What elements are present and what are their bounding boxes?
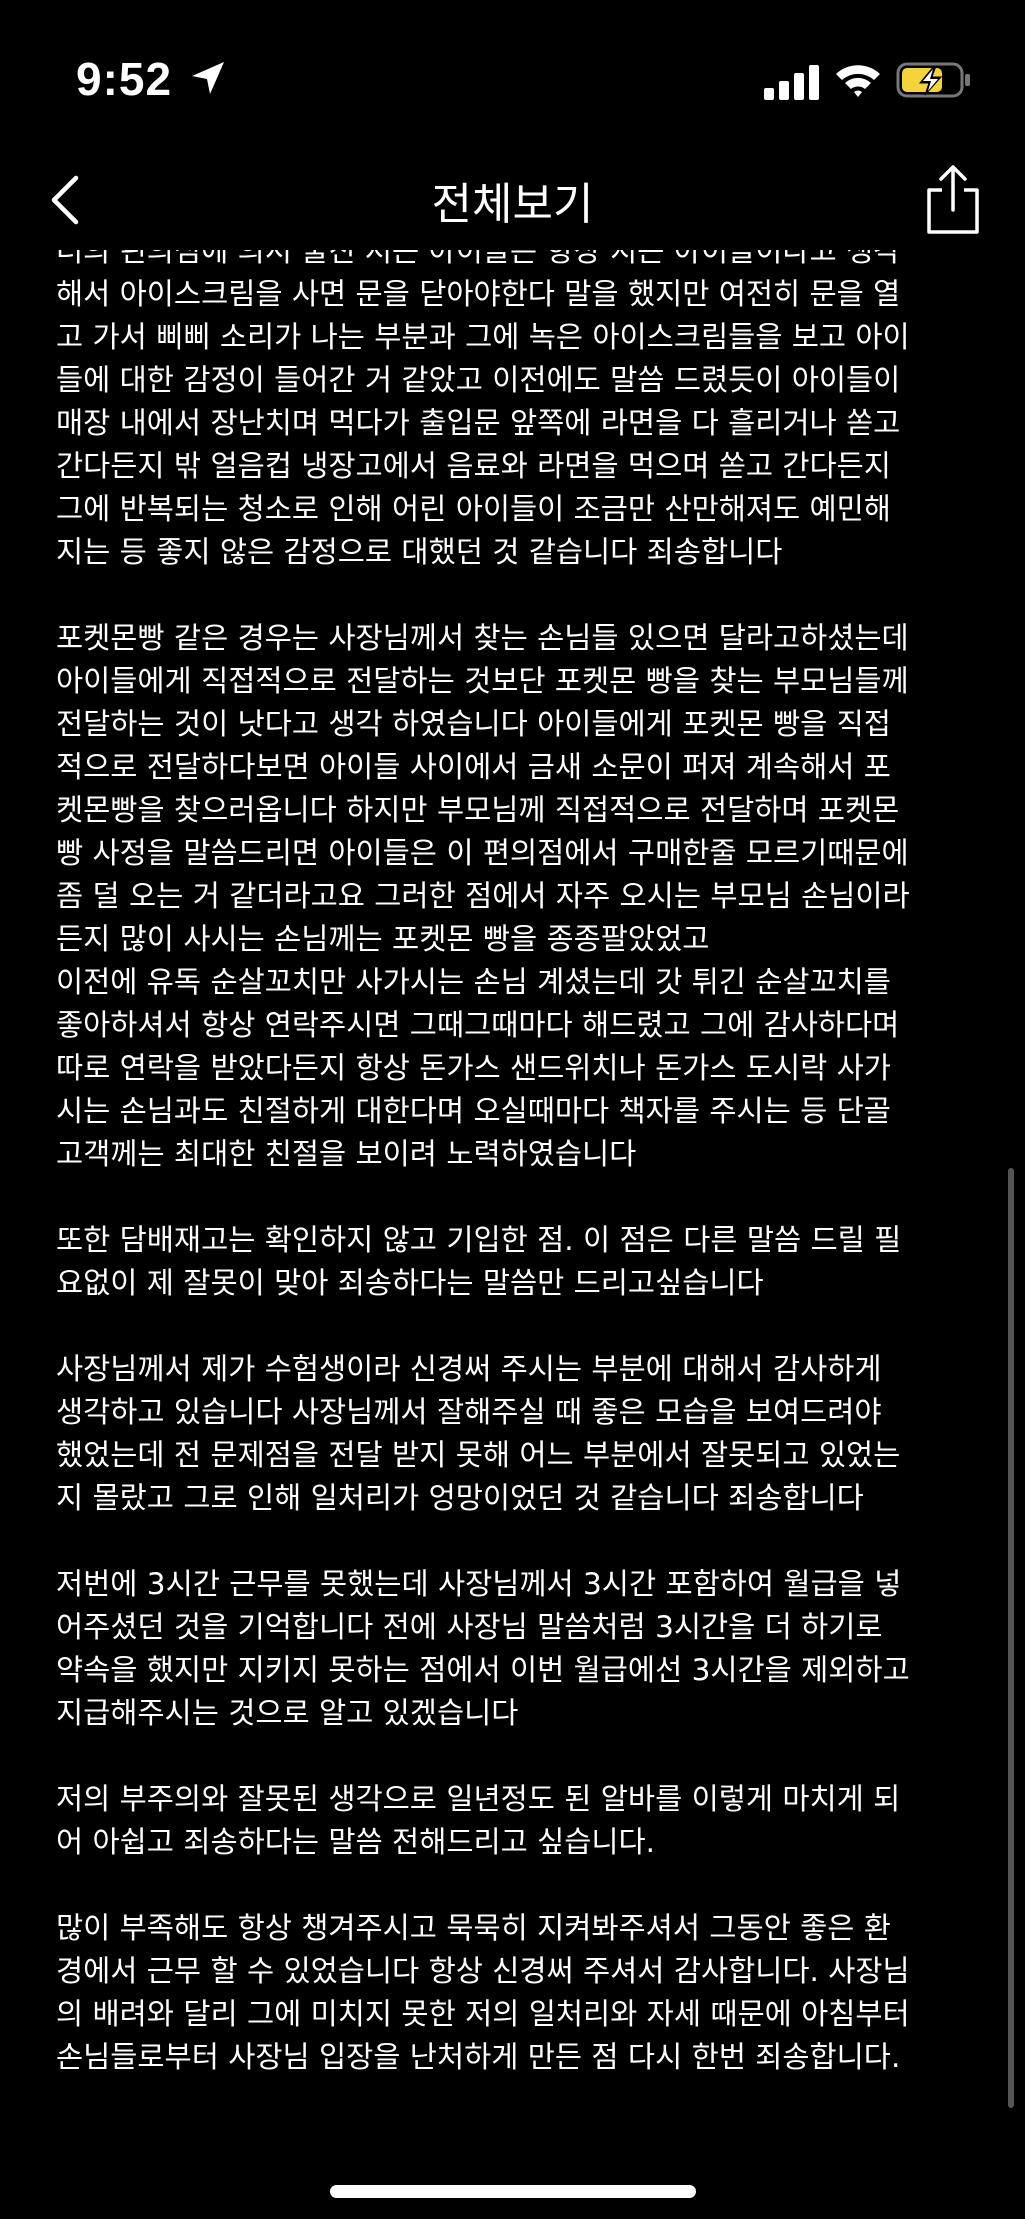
share-icon bbox=[927, 165, 979, 234]
text-line: 약속을 했지만 지키지 못하는 점에서 이번 월급에선 3시간을 제외하고 bbox=[56, 1653, 910, 1687]
paragraph: 사장님께서 제가 수험생이라 신경써 주시는 부분에 대해서 감사하게 생각하고… bbox=[56, 1348, 976, 1520]
text-line: 지는 등 좋지 않은 감정으로 대했던 것 같습니다 죄송합니다 bbox=[56, 535, 783, 569]
text-line: 또한 담배재고는 확인하지 않고 기입한 점. 이 점은 다른 말씀 드릴 필 bbox=[56, 1223, 902, 1257]
share-button[interactable] bbox=[918, 160, 988, 240]
text-line: 적으로 전달하다보면 아이들 사이에서 금새 소문이 퍼져 계속해서 포 bbox=[56, 750, 891, 784]
text-line: 했었는데 전 문제점을 전달 받지 못해 어느 부분에서 잘못되고 있었는 bbox=[56, 1438, 901, 1472]
text-line: 손님들로부터 사장님 입장을 난처하게 만든 점 다시 한번 죄송합니다. bbox=[56, 2040, 901, 2074]
text-line: 전달하는 것이 낫다고 생각 하였습니다 아이들에게 포켓몬 빵을 직접 bbox=[56, 707, 891, 741]
letter-text: 더의 핀의심에 의서 물진 저는 아이들은 항상 지는 아이들이다고 생각 해서… bbox=[56, 250, 976, 2079]
paragraph: 많이 부족해도 항상 챙겨주시고 묵묵히 지켜봐주셔서 그동안 좋은 환 경에서… bbox=[56, 1907, 976, 2079]
text-line: 이전에 유독 순살꼬치만 사가시는 손님 계셨는데 갓 튀긴 순살꼬치를 bbox=[56, 965, 891, 999]
text-line: 경에서 근무 할 수 있었습니다 항상 신경써 주셔서 감사합니다. 사장님 bbox=[56, 1954, 910, 1988]
text-line: 좀 덜 오는 거 같더라고요 그러한 점에서 자주 오시는 부모님 손님이라 bbox=[56, 879, 910, 913]
text-line: 좋아하셔서 항상 연락주시면 그때그때마다 해드렸고 그에 감사하다며 bbox=[56, 1008, 900, 1042]
text-line: 생각하고 있습니다 사장님께서 잘해주실 때 좋은 모습을 보여드려야 bbox=[56, 1395, 882, 1429]
wifi-icon bbox=[836, 65, 880, 97]
text-line: 매장 내에서 장난치며 먹다가 출입문 앞쪽에 라면을 다 흘리거나 쏟고 bbox=[56, 406, 901, 440]
text-line: 켓몬빵을 찾으러옵니다 하지만 부모님께 직접적으로 전달하며 포켓몬 bbox=[56, 793, 900, 827]
text-line: 따로 연락을 받았다든지 항상 돈가스 샌드위치나 돈가스 도시락 사가 bbox=[56, 1051, 891, 1085]
text-line: 어 아쉽고 죄송하다는 말씀 전해드리고 싶습니다. bbox=[56, 1825, 656, 1859]
text-line: 고 가서 삐삐 소리가 나는 부분과 그에 녹은 아이스크림들을 보고 아이 bbox=[56, 320, 910, 354]
battery-charging-icon bbox=[896, 62, 970, 98]
text-line: 많이 부족해도 항상 챙겨주시고 묵묵히 지켜봐주셔서 그동안 좋은 환 bbox=[56, 1911, 891, 1945]
text-line: 들에 대한 감정이 들어간 거 같았고 이전에도 말씀 드렸듯이 아이들이 bbox=[56, 363, 901, 397]
paragraph: 저의 부주의와 잘못된 생각으로 일년정도 된 알바를 이렇게 마치게 되 어 … bbox=[56, 1778, 976, 1864]
text-line: 지 몰랐고 그로 인해 일처리가 엉망이었던 것 같습니다 죄송합니다 bbox=[56, 1481, 864, 1515]
text-line: 지급해주시는 것으로 알고 있겠습니다 bbox=[56, 1696, 519, 1730]
text-line: 어주셨던 것을 기억합니다 전에 사장님 말씀처럼 3시간을 더 하기로 bbox=[56, 1610, 883, 1644]
text-line: 간다든지 밖 얼음컵 냉장고에서 음료와 라면을 먹으며 쏟고 간다든지 bbox=[56, 449, 891, 483]
navigation-bar: 전체보기 bbox=[0, 150, 1025, 250]
scrollbar[interactable] bbox=[1008, 1168, 1014, 2108]
text-line: 든지 많이 사시는 손님께는 포켓몬 빵을 종종팔았었고 bbox=[56, 922, 710, 956]
full-text-content[interactable]: 더의 핀의심에 의서 물진 저는 아이들은 항상 지는 아이들이다고 생각 해서… bbox=[0, 250, 1025, 2080]
text-line: 시는 손님과도 친절하게 대한다며 오실때마다 책자를 주시는 등 단골 bbox=[56, 1094, 891, 1128]
paragraph: 더의 핀의심에 의서 물진 저는 아이들은 항상 지는 아이들이다고 생각 해서… bbox=[56, 250, 976, 574]
text-line: 해서 아이스크림을 사면 문을 닫아야한다 말을 했지만 여전히 문을 열 bbox=[56, 277, 901, 311]
status-bar: 9:52 bbox=[0, 0, 1025, 150]
text-line: 그에 반복되는 청소로 인해 어린 아이들이 조금만 산만해져도 예민해 bbox=[56, 492, 891, 526]
status-time: 9:52 bbox=[76, 53, 173, 105]
text-line: 저번에 3시간 근무를 못했는데 사장님께서 3시간 포함하여 월급을 넣 bbox=[56, 1567, 902, 1601]
cellular-signal-icon bbox=[764, 65, 819, 100]
text-line: 빵 사정을 말씀드리면 아이들은 이 편의점에서 구매한줄 모르기때문에 bbox=[56, 836, 909, 870]
text-line: 고객께는 최대한 친절을 보이려 노력하였습니다 bbox=[56, 1137, 637, 1171]
paragraph: 또한 담배재고는 확인하지 않고 기입한 점. 이 점은 다른 말씀 드릴 필 … bbox=[56, 1219, 976, 1305]
home-indicator[interactable] bbox=[330, 2185, 696, 2198]
text-line: 사장님께서 제가 수험생이라 신경써 주시는 부분에 대해서 감사하게 bbox=[56, 1352, 882, 1386]
text-line: 포켓몬빵 같은 경우는 사장님께서 찾는 손님들 있으면 달라고하셨는데 bbox=[56, 621, 909, 655]
paragraph: 저번에 3시간 근무를 못했는데 사장님께서 3시간 포함하여 월급을 넣 어주… bbox=[56, 1563, 976, 1735]
paragraph: 포켓몬빵 같은 경우는 사장님께서 찾는 손님들 있으면 달라고하셨는데 아이들… bbox=[56, 617, 976, 1176]
text-line: 요없이 제 잘못이 맞아 죄송하다는 말씀만 드리고싶습니다 bbox=[56, 1266, 764, 1300]
text-line: 더의 핀의심에 의서 물진 저는 아이들은 항상 지는 아이들이다고 생각 bbox=[56, 250, 901, 268]
text-line: 저의 부주의와 잘못된 생각으로 일년정도 된 알바를 이렇게 마치게 되 bbox=[56, 1782, 901, 1816]
location-arrow-icon bbox=[192, 62, 224, 94]
text-line: 아이들에게 직접적으로 전달하는 것보단 포켓몬 빵을 찾는 부모님들께 bbox=[56, 664, 909, 698]
text-line: 의 배려와 달리 그에 미치지 못한 저의 일처리와 자세 때문에 아침부터 bbox=[56, 1997, 910, 2031]
page-title: 전체보기 bbox=[431, 179, 594, 230]
